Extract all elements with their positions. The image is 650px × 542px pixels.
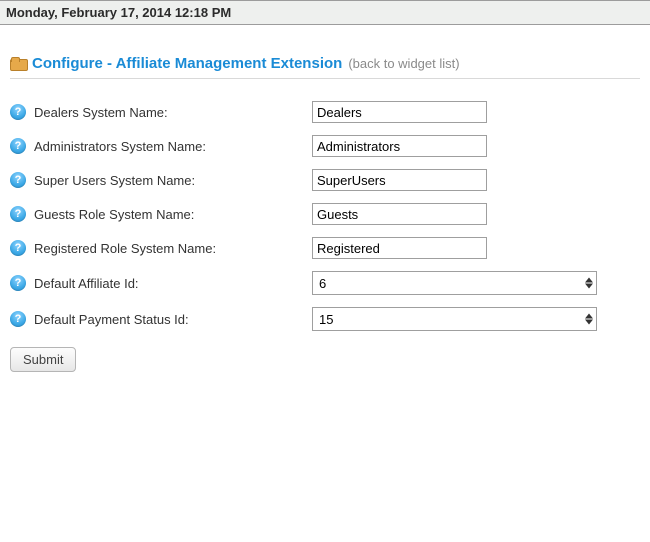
help-icon[interactable]: ?	[10, 275, 26, 291]
back-to-widget-list-link[interactable]: (back to widget list)	[348, 56, 459, 71]
label-dealers: Dealers System Name:	[34, 105, 304, 120]
folder-icon	[10, 57, 26, 71]
chevron-up-icon[interactable]	[585, 278, 593, 283]
help-icon[interactable]: ?	[10, 240, 26, 256]
config-form: ? Dealers System Name: ? Administrators …	[10, 95, 640, 372]
row-admins: ? Administrators System Name:	[10, 129, 640, 163]
spinner	[585, 278, 593, 289]
help-icon[interactable]: ?	[10, 104, 26, 120]
label-default-affiliate: Default Affiliate Id:	[34, 276, 304, 291]
stepper-wrap	[312, 271, 597, 295]
input-administrators-system-name[interactable]	[312, 135, 487, 157]
label-registered: Registered Role System Name:	[34, 241, 304, 256]
input-default-payment-status-id[interactable]	[312, 307, 597, 331]
input-dealers-system-name[interactable]	[312, 101, 487, 123]
page-body: Configure - Affiliate Management Extensi…	[0, 25, 650, 382]
spinner	[585, 314, 593, 325]
row-default-payment: ? Default Payment Status Id:	[10, 301, 640, 337]
input-guests-role-system-name[interactable]	[312, 203, 487, 225]
row-guests: ? Guests Role System Name:	[10, 197, 640, 231]
row-registered: ? Registered Role System Name:	[10, 231, 640, 265]
stepper-wrap	[312, 307, 597, 331]
input-registered-role-system-name[interactable]	[312, 237, 487, 259]
date-text: Monday, February 17, 2014 12:18 PM	[6, 5, 231, 20]
help-icon[interactable]: ?	[10, 311, 26, 327]
help-icon[interactable]: ?	[10, 206, 26, 222]
help-icon[interactable]: ?	[10, 138, 26, 154]
row-default-affiliate: ? Default Affiliate Id:	[10, 265, 640, 301]
row-superusers: ? Super Users System Name:	[10, 163, 640, 197]
page-title: Configure - Affiliate Management Extensi…	[32, 55, 342, 72]
submit-button[interactable]: Submit	[10, 347, 76, 372]
label-admins: Administrators System Name:	[34, 139, 304, 154]
label-default-payment: Default Payment Status Id:	[34, 312, 304, 327]
title-row: Configure - Affiliate Management Extensi…	[10, 55, 640, 79]
date-bar: Monday, February 17, 2014 12:18 PM	[0, 0, 650, 25]
input-default-affiliate-id[interactable]	[312, 271, 597, 295]
chevron-down-icon[interactable]	[585, 320, 593, 325]
chevron-up-icon[interactable]	[585, 314, 593, 319]
help-icon[interactable]: ?	[10, 172, 26, 188]
row-dealers: ? Dealers System Name:	[10, 95, 640, 129]
input-super-users-system-name[interactable]	[312, 169, 487, 191]
chevron-down-icon[interactable]	[585, 284, 593, 289]
label-guests: Guests Role System Name:	[34, 207, 304, 222]
label-superusers: Super Users System Name:	[34, 173, 304, 188]
